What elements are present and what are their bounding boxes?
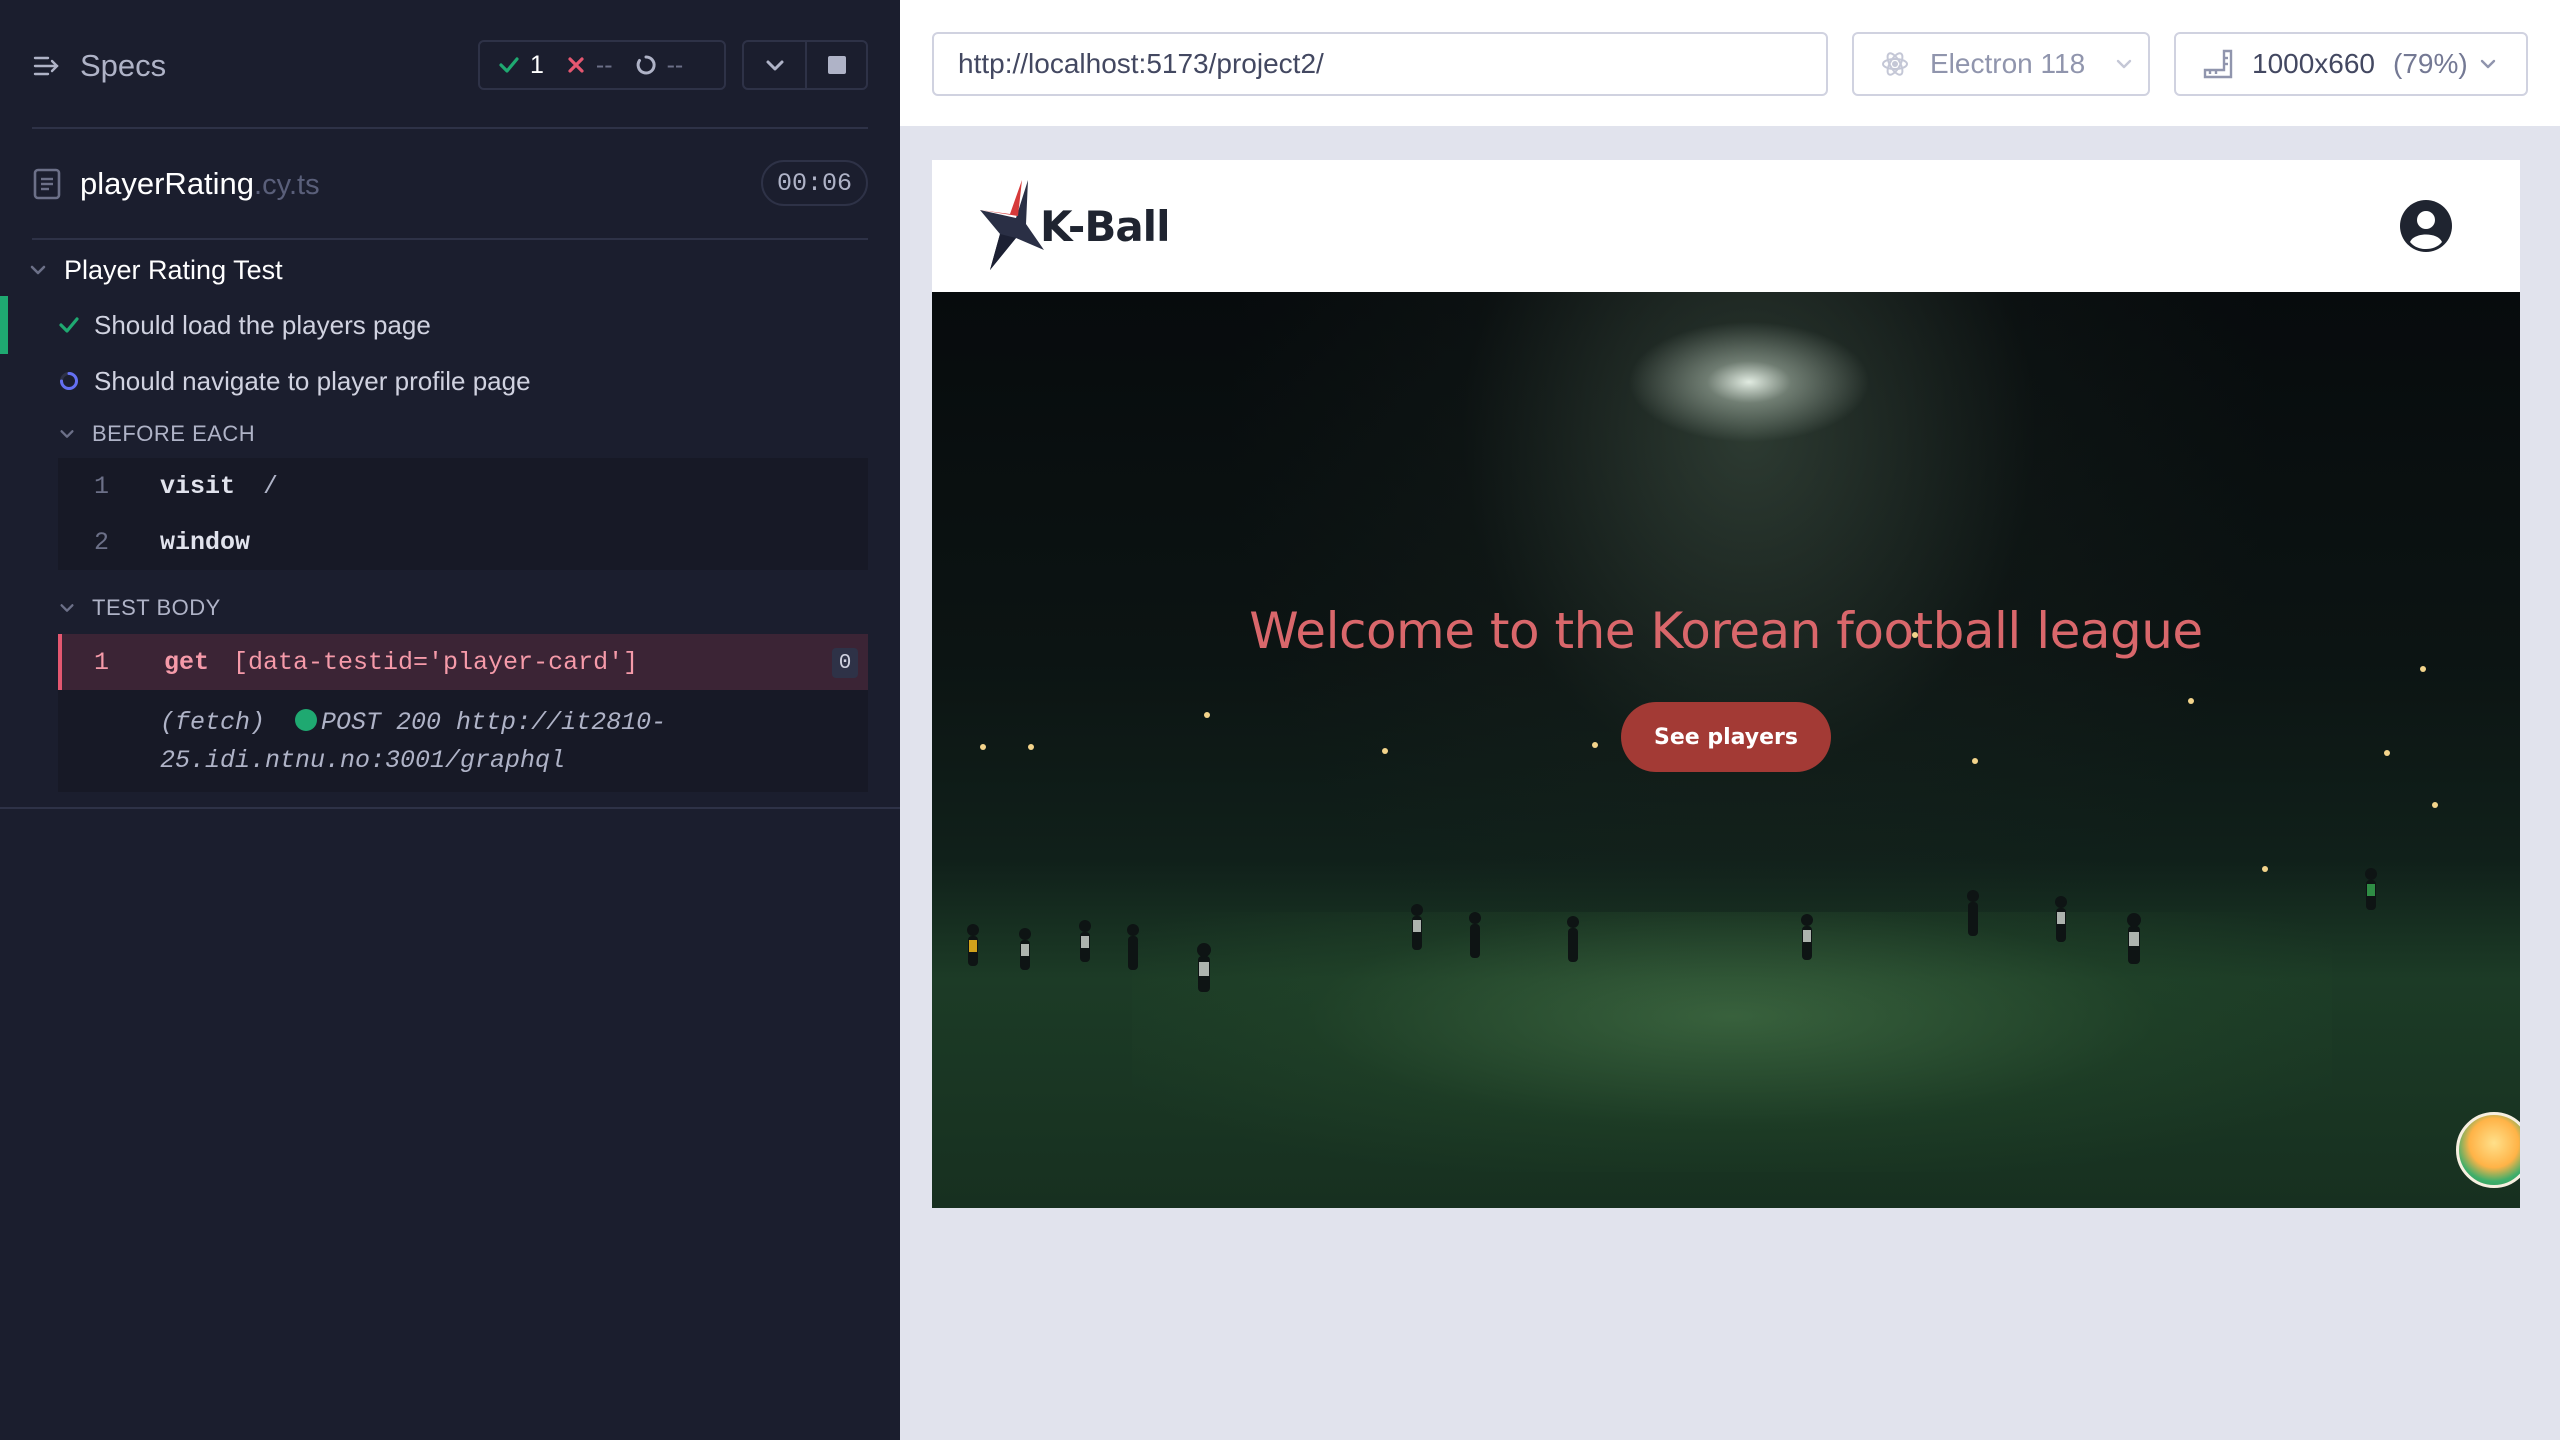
command-row-active[interactable]: 1 get [data-testid='player-card'] 0 [58, 634, 868, 690]
specs-label: Specs [80, 48, 167, 83]
spec-name: playerRating.cy.ts [80, 166, 320, 201]
check-icon [59, 317, 79, 333]
chevron-down-icon [60, 604, 74, 612]
spinner-icon [636, 55, 656, 75]
url-field[interactable]: http://localhost:5173/project2/ [932, 32, 1828, 96]
aut-panel: http://localhost:5173/project2/ Electron… [900, 0, 2560, 1440]
command-row[interactable]: 1 visit / [58, 458, 868, 514]
user-circle-icon[interactable] [2398, 198, 2454, 254]
test-pass-indicator [0, 296, 8, 354]
spinner-icon [60, 372, 78, 390]
test-item-running[interactable]: Should navigate to player profile page [58, 358, 531, 404]
viewport-selector[interactable]: 1000x660 (79%) [2174, 32, 2528, 96]
reporter-panel: Specs 1 -- -- playerRating.cy.ts 00:06 P… [0, 0, 900, 1440]
hero-section: Welcome to the Korean football league Se… [932, 292, 2520, 1208]
reporter-header: Specs 1 -- -- [0, 0, 900, 130]
divider [0, 807, 900, 809]
fetch-log[interactable]: (fetch) POST 200 http://it2810- 25.idi.nt… [58, 690, 868, 792]
kball-star-logo [980, 180, 1044, 270]
test-stats: 1 -- -- [478, 40, 726, 90]
stop-button[interactable] [805, 42, 866, 88]
element-count-badge: 0 [832, 648, 858, 678]
expand-button[interactable] [744, 42, 805, 88]
chevron-down-icon [2480, 59, 2495, 69]
test-item-passed[interactable]: Should load the players page [58, 302, 431, 348]
browser-selector[interactable]: Electron 118 [1852, 32, 2150, 96]
kball-logo[interactable]: K-Ball [976, 178, 1170, 274]
stop-icon [827, 56, 846, 74]
electron-icon [1882, 52, 1908, 76]
specs-icon [33, 56, 59, 76]
before-each-commands: 1 visit / 2 window [58, 458, 868, 570]
file-icon [33, 168, 61, 200]
check-icon [499, 57, 519, 73]
chevron-down-icon [30, 265, 46, 275]
test-body-commands: 1 get [data-testid='player-card'] 0 (fet… [58, 634, 868, 792]
chevron-down-icon [766, 60, 783, 71]
failed-count: -- [566, 51, 613, 80]
aut-header: http://localhost:5173/project2/ Electron… [900, 0, 2560, 128]
command-row[interactable]: 2 window [58, 514, 868, 570]
app-under-test: K-Ball Welcome to the Korean football le… [932, 160, 2520, 1208]
specs-button[interactable]: Specs [32, 44, 166, 88]
pending-count: -- [635, 51, 683, 80]
before-each-hook[interactable]: BEFORE EACH [58, 417, 255, 451]
spec-row: playerRating.cy.ts 00:06 [32, 160, 868, 208]
run-controls [742, 40, 868, 90]
suite-title[interactable]: Player Rating Test [28, 250, 283, 290]
chevron-down-icon [2116, 59, 2132, 69]
app-navbar: K-Ball [932, 160, 2520, 292]
hero-title: Welcome to the Korean football league [1249, 602, 2203, 660]
chevron-down-icon [60, 430, 74, 438]
spec-duration: 00:06 [760, 160, 868, 206]
test-body-hook[interactable]: TEST BODY [58, 591, 221, 625]
divider [32, 127, 868, 129]
x-icon [568, 57, 584, 73]
divider [32, 238, 868, 240]
see-players-button[interactable]: See players [1621, 702, 1831, 772]
passed-count: 1 [498, 51, 544, 80]
ruler-icon [2203, 49, 2233, 79]
status-dot-icon [295, 709, 318, 731]
